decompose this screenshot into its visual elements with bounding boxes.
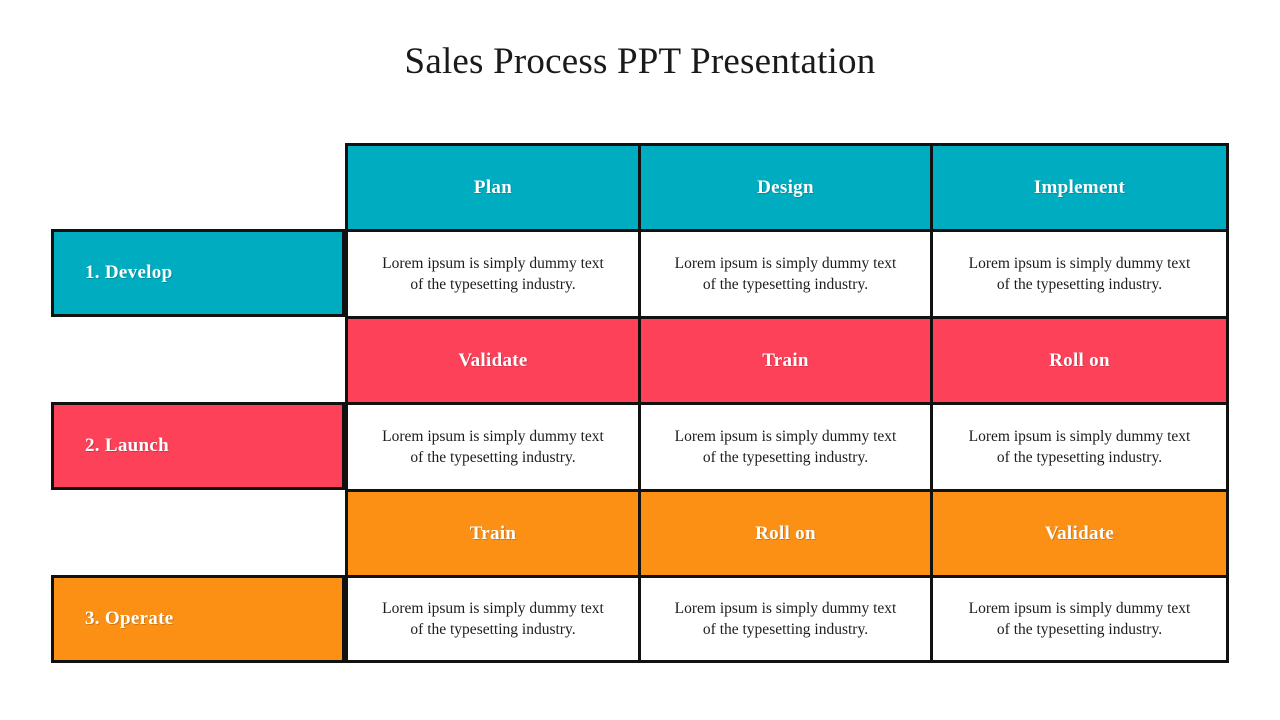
cell-text: Lorem ipsum is simply dummy text of the … bbox=[968, 428, 1191, 466]
stage-block-operate[interactable]: 3. Operate bbox=[51, 575, 345, 663]
content-cell-operate-roll-on[interactable]: Lorem ipsum is simply dummy text of the … bbox=[641, 578, 933, 660]
cell-text: Lorem ipsum is simply dummy text of the … bbox=[382, 428, 604, 466]
cell-text: Lorem ipsum is simply dummy text of the … bbox=[674, 255, 897, 293]
cell-text: Lorem ipsum is simply dummy text of the … bbox=[968, 600, 1191, 638]
cell-text: Lorem ipsum is simply dummy text of the … bbox=[674, 600, 897, 638]
header-cell-validate-2[interactable]: Validate bbox=[933, 492, 1226, 575]
stage-block-develop[interactable]: 1. Develop bbox=[51, 229, 345, 317]
header-row-operate: Train Roll on Validate bbox=[348, 492, 1226, 578]
process-grid: Plan Design Implement Lorem ipsum is sim… bbox=[345, 143, 1229, 663]
content-row-operate: Lorem ipsum is simply dummy text of the … bbox=[348, 578, 1226, 660]
header-cell-train[interactable]: Train bbox=[641, 319, 933, 402]
content-cell-develop-plan[interactable]: Lorem ipsum is simply dummy text of the … bbox=[348, 232, 641, 316]
header-cell-roll-on[interactable]: Roll on bbox=[933, 319, 1226, 402]
content-cell-launch-validate[interactable]: Lorem ipsum is simply dummy text of the … bbox=[348, 405, 641, 489]
page-title: Sales Process PPT Presentation bbox=[404, 41, 876, 82]
stage-label-develop: 1. Develop bbox=[85, 262, 173, 283]
cell-text: Lorem ipsum is simply dummy text of the … bbox=[382, 600, 604, 638]
content-row-develop: Lorem ipsum is simply dummy text of the … bbox=[348, 232, 1226, 319]
header-cell-roll-on-2[interactable]: Roll on bbox=[641, 492, 933, 575]
stage-block-launch[interactable]: 2. Launch bbox=[51, 402, 345, 490]
presentation-slide: Sales Process PPT Presentation 1. Develo… bbox=[0, 0, 1280, 720]
content-cell-operate-validate[interactable]: Lorem ipsum is simply dummy text of the … bbox=[933, 578, 1226, 660]
header-row-develop: Plan Design Implement bbox=[348, 146, 1226, 232]
content-cell-launch-roll-on[interactable]: Lorem ipsum is simply dummy text of the … bbox=[933, 405, 1226, 489]
content-cell-launch-train[interactable]: Lorem ipsum is simply dummy text of the … bbox=[641, 405, 933, 489]
header-cell-design[interactable]: Design bbox=[641, 146, 933, 229]
content-cell-develop-design[interactable]: Lorem ipsum is simply dummy text of the … bbox=[641, 232, 933, 316]
cell-text: Lorem ipsum is simply dummy text of the … bbox=[968, 255, 1191, 293]
header-cell-train-2[interactable]: Train bbox=[348, 492, 641, 575]
content-row-launch: Lorem ipsum is simply dummy text of the … bbox=[348, 405, 1226, 492]
stage-label-operate: 3. Operate bbox=[85, 608, 174, 629]
content-cell-operate-train[interactable]: Lorem ipsum is simply dummy text of the … bbox=[348, 578, 641, 660]
sales-process-matrix: 1. Develop 2. Launch 3. Operate Plan Des… bbox=[51, 143, 1229, 663]
cell-text: Lorem ipsum is simply dummy text of the … bbox=[382, 255, 604, 293]
stage-label-column: 1. Develop 2. Launch 3. Operate bbox=[51, 143, 345, 663]
header-cell-plan[interactable]: Plan bbox=[348, 146, 641, 229]
stage-label-launch: 2. Launch bbox=[85, 435, 170, 456]
header-cell-implement[interactable]: Implement bbox=[933, 146, 1226, 229]
content-cell-develop-implement[interactable]: Lorem ipsum is simply dummy text of the … bbox=[933, 232, 1226, 316]
header-cell-validate[interactable]: Validate bbox=[348, 319, 641, 402]
cell-text: Lorem ipsum is simply dummy text of the … bbox=[674, 428, 897, 466]
header-row-launch: Validate Train Roll on bbox=[348, 319, 1226, 405]
